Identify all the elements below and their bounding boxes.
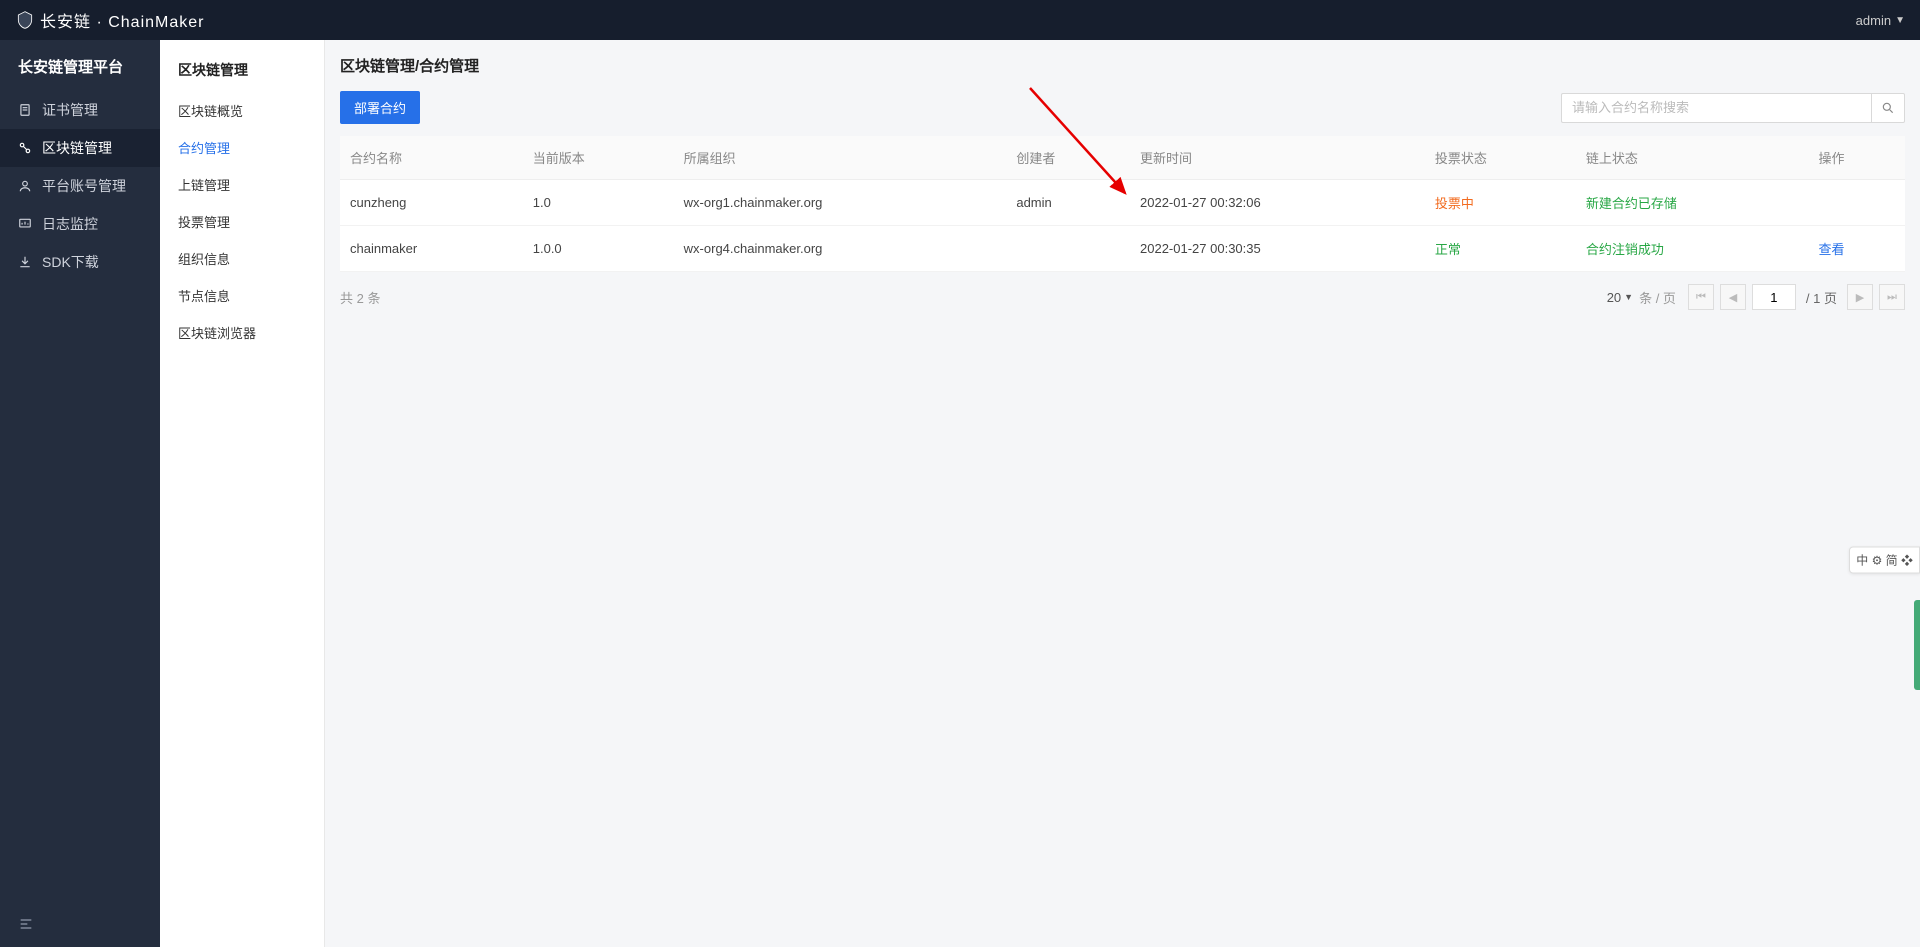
chain-icon [18,141,34,155]
cell-vote-status: 正常 [1425,226,1576,272]
cell-vote-status: 投票中 [1425,180,1576,226]
table-row: cunzheng1.0wx-org1.chainmaker.orgadmin20… [340,180,1905,226]
page-next-button[interactable]: ▶ [1847,284,1873,310]
right-handle[interactable] [1914,600,1920,690]
secondary-title: 区块链管理 [160,48,324,92]
col-version: 当前版本 [523,136,674,180]
contracts-table: 合约名称 当前版本 所属组织 创建者 更新时间 投票状态 链上状态 操作 cun… [340,136,1905,272]
sec-onchain-mgmt[interactable]: 上链管理 [160,166,324,203]
nav-label: 区块链管理 [42,138,112,158]
table-row: chainmaker1.0.0wx-org4.chainmaker.org 202… [340,226,1905,272]
page-prev-button[interactable]: ◀ [1720,284,1746,310]
sidebar-collapse-button[interactable] [0,904,160,947]
sidebar-secondary: 区块链管理 区块链概览 合约管理 上链管理 投票管理 组织信息 节点信息 区块链… [160,40,325,947]
cell-creator [1006,226,1130,272]
total-suffix: 条 [368,291,381,306]
nav-label: 日志监控 [42,214,98,234]
table-header-row: 合约名称 当前版本 所属组织 创建者 更新时间 投票状态 链上状态 操作 [340,136,1905,180]
total-prefix: 共 [340,291,353,306]
search-icon [1881,101,1895,115]
cell-version: 1.0 [523,180,674,226]
cell-name: cunzheng [340,180,523,226]
collapse-icon [18,916,34,932]
main-content: 区块链管理/合约管理 部署合约 合约名称 当前版本 所属组织 创建者 更新时间 … [325,40,1920,947]
sec-contract-mgmt[interactable]: 合约管理 [160,129,324,166]
cell-creator: admin [1006,180,1130,226]
download-icon [18,255,34,269]
sec-org-info[interactable]: 组织信息 [160,240,324,277]
col-updated: 更新时间 [1130,136,1425,180]
cell-chain-status: 合约注销成功 [1576,226,1809,272]
cell-action [1809,180,1906,226]
chevron-down-icon: ▼ [1895,15,1905,26]
sec-node-info[interactable]: 节点信息 [160,277,324,314]
col-chain-status: 链上状态 [1576,136,1809,180]
cell-version: 1.0.0 [523,226,674,272]
col-name: 合约名称 [340,136,523,180]
col-org: 所属组织 [674,136,1007,180]
cell-action[interactable]: 查看 [1809,226,1906,272]
brand-logo: 长安链 · ChainMaker [15,8,204,32]
page-current-input[interactable] [1752,284,1796,310]
monitor-icon [18,217,34,231]
user-menu[interactable]: admin ▼ [1856,13,1905,28]
doc-icon [18,103,34,117]
pagination: 20 ▼ 条 / 页 ⏮ ◀ / 1 页 ▶ ⏭ [1607,284,1905,310]
total-count: 共 2 条 [340,288,381,307]
page-size-select[interactable]: 20 ▼ [1607,290,1633,305]
top-header: 长安链 · ChainMaker admin ▼ [0,0,1920,40]
cell-org: wx-org1.chainmaker.org [674,180,1007,226]
cell-updated: 2022-01-27 00:32:06 [1130,180,1425,226]
chevron-down-icon: ▼ [1624,292,1633,302]
nav-account-management[interactable]: 平台账号管理 [0,167,160,205]
ime-widget[interactable]: 中 ⚙ 简 ❖ [1849,547,1920,574]
sec-overview[interactable]: 区块链概览 [160,92,324,129]
cell-updated: 2022-01-27 00:30:35 [1130,226,1425,272]
brand-text: 长安链 · ChainMaker [40,8,204,32]
nav-sdk-download[interactable]: SDK下载 [0,243,160,281]
view-link[interactable]: 查看 [1819,242,1845,257]
col-creator: 创建者 [1006,136,1130,180]
sidebar-primary: 长安链管理平台 证书管理 区块链管理 平台账号管理 日志监控 SDK下载 [0,40,160,947]
total-num: 2 [357,291,364,306]
toolbar: 部署合约 [340,91,1905,124]
page-first-button[interactable]: ⏮ [1688,284,1714,310]
table-footer: 共 2 条 20 ▼ 条 / 页 ⏮ ◀ / 1 页 ▶ ⏭ [340,284,1905,310]
user-icon [18,179,34,193]
search-input[interactable] [1561,93,1871,123]
page-size-label: 条 / 页 [1639,288,1676,307]
col-vote-status: 投票状态 [1425,136,1576,180]
search-button[interactable] [1871,93,1905,123]
col-action: 操作 [1809,136,1906,180]
nav-label: 平台账号管理 [42,176,126,196]
page-size-value: 20 [1607,290,1621,305]
breadcrumb: 区块链管理/合约管理 [340,55,1905,76]
nav-log-monitor[interactable]: 日志监控 [0,205,160,243]
nav-cert-management[interactable]: 证书管理 [0,91,160,129]
sec-explorer[interactable]: 区块链浏览器 [160,314,324,351]
search-wrap [1561,93,1905,123]
cell-chain-status: 新建合约已存储 [1576,180,1809,226]
cell-name: chainmaker [340,226,523,272]
sec-vote-mgmt[interactable]: 投票管理 [160,203,324,240]
page-last-button[interactable]: ⏭ [1879,284,1905,310]
shield-icon [15,10,35,30]
nav-label: SDK下载 [42,252,99,272]
cell-org: wx-org4.chainmaker.org [674,226,1007,272]
deploy-contract-button[interactable]: 部署合约 [340,91,420,124]
sidebar-title: 长安链管理平台 [0,40,160,91]
nav-label: 证书管理 [42,100,98,120]
nav-blockchain-management[interactable]: 区块链管理 [0,129,160,167]
page-total-label: / 1 页 [1802,288,1841,307]
user-name: admin [1856,13,1891,28]
